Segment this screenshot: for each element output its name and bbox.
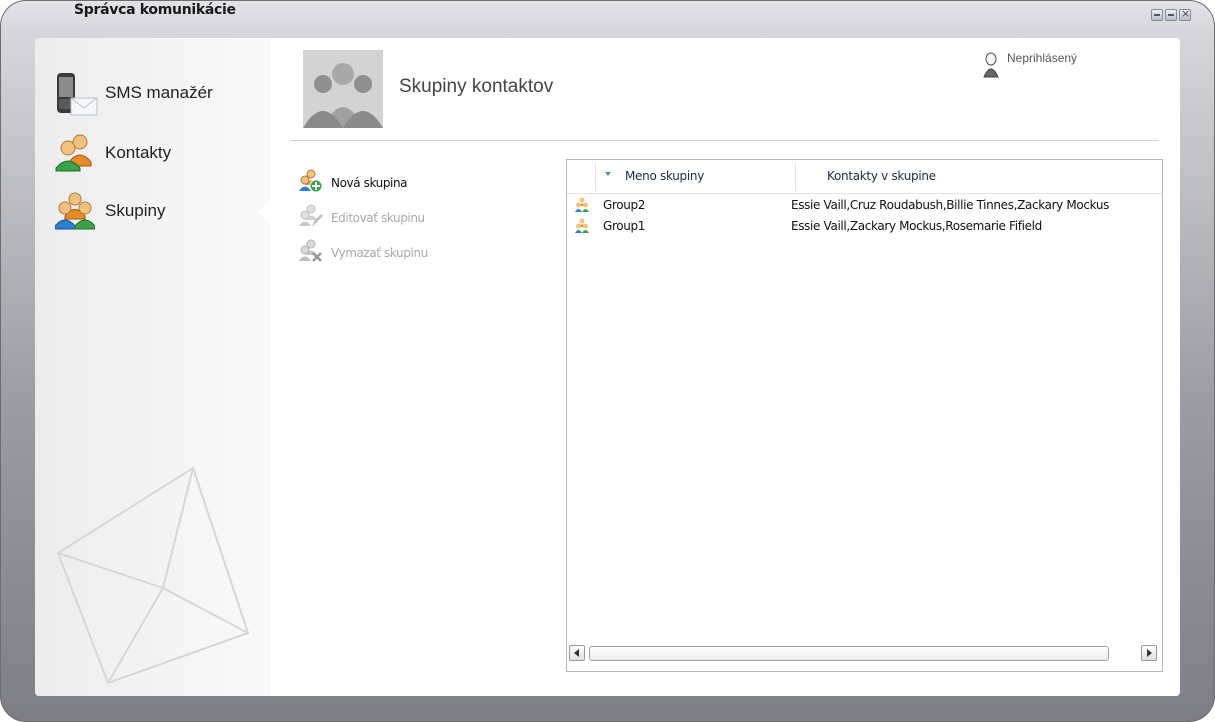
minimize-button[interactable] bbox=[1151, 9, 1163, 21]
phone-envelope-icon bbox=[55, 72, 98, 116]
groups-icon bbox=[54, 190, 96, 232]
column-header-group-name[interactable]: Meno skupiny bbox=[625, 160, 704, 193]
scroll-left-icon bbox=[574, 649, 579, 657]
new-group-button[interactable]: Nová skupina bbox=[299, 166, 428, 200]
scrollbar-thumb[interactable] bbox=[589, 646, 1109, 661]
sidebar-item-label: Skupiny bbox=[105, 201, 166, 220]
envelope-watermark-icon bbox=[56, 466, 250, 685]
scroll-right-button[interactable] bbox=[1141, 645, 1157, 661]
close-button[interactable] bbox=[1179, 7, 1191, 21]
column-header-contacts[interactable]: Kontakty v skupine bbox=[827, 160, 936, 193]
contacts-icon bbox=[55, 132, 95, 174]
scroll-right-icon bbox=[1147, 649, 1152, 657]
content-area: Skupiny kontaktov Neprihlásený Nová skup… bbox=[269, 38, 1180, 696]
window-controls bbox=[1151, 7, 1191, 21]
sidebar-item-contacts[interactable]: Kontakty bbox=[35, 132, 265, 174]
user-status-label: Neprihlásený bbox=[1007, 51, 1078, 65]
delete-group-label: Vymazať skupinu bbox=[331, 246, 428, 260]
page-title: Skupiny kontaktov bbox=[399, 76, 554, 97]
header-divider bbox=[291, 140, 1159, 141]
group-avatar-icon bbox=[303, 50, 383, 128]
table-row[interactable]: Group2 Essie Vaill,Cruz Roudabush,Billie… bbox=[567, 195, 1162, 216]
user-status[interactable]: Neprihlásený bbox=[983, 51, 1078, 82]
edit-group-icon bbox=[299, 204, 323, 232]
column-separator bbox=[795, 163, 796, 191]
delete-group-icon bbox=[299, 239, 323, 267]
actions-panel: Nová skupina Editovať skupinu Vymazať sk… bbox=[299, 166, 428, 271]
table-row[interactable]: Group1 Essie Vaill,Zackary Mockus,Rosema… bbox=[567, 216, 1162, 237]
sidebar-item-label: Kontakty bbox=[105, 143, 172, 162]
edit-group-label: Editovať skupinu bbox=[331, 211, 425, 225]
horizontal-scrollbar[interactable] bbox=[569, 645, 1159, 662]
sort-descending-icon bbox=[605, 172, 611, 176]
group-row-icon bbox=[575, 218, 589, 237]
table-header: Meno skupiny Kontakty v skupine bbox=[567, 160, 1162, 194]
add-group-icon bbox=[299, 169, 323, 197]
window-title: Správca komunikácie bbox=[74, 2, 236, 18]
column-separator bbox=[595, 163, 596, 191]
group-row-icon bbox=[575, 197, 589, 216]
sidebar: SMS manažér Kontakty Skupiny bbox=[35, 38, 270, 696]
groups-table[interactable]: Meno skupiny Kontakty v skupine Group2 E… bbox=[566, 159, 1163, 672]
sidebar-item-sms-manager[interactable]: SMS manažér bbox=[35, 72, 265, 116]
sidebar-item-label: SMS manažér bbox=[105, 83, 213, 102]
maximize-button[interactable] bbox=[1165, 9, 1177, 21]
group-contacts-cell: Essie Vaill,Cruz Roudabush,Billie Tinnes… bbox=[791, 198, 1110, 212]
edit-group-button[interactable]: Editovať skupinu bbox=[299, 201, 428, 235]
user-icon bbox=[983, 52, 999, 82]
main-panel: SMS manažér Kontakty Skupiny Skupiny kon… bbox=[35, 38, 1180, 696]
delete-group-button[interactable]: Vymazať skupinu bbox=[299, 236, 428, 270]
sidebar-item-groups[interactable]: Skupiny bbox=[35, 190, 265, 232]
scroll-left-button[interactable] bbox=[569, 645, 585, 661]
group-name-cell: Group2 bbox=[603, 198, 646, 212]
new-group-label: Nová skupina bbox=[331, 176, 408, 190]
title-bar[interactable]: Správca komunikácie bbox=[0, 0, 1215, 22]
group-contacts-cell: Essie Vaill,Zackary Mockus,Rosemarie Fif… bbox=[791, 219, 1042, 233]
group-name-cell: Group1 bbox=[603, 219, 646, 233]
